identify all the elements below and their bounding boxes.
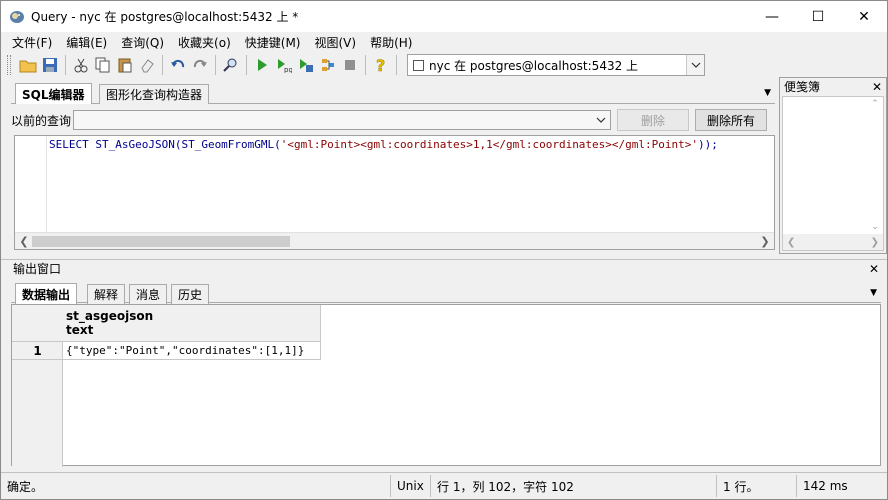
cancel-query-icon[interactable] <box>339 54 361 76</box>
title-bar: Query - nyc 在 postgres@localhost:5432 上 … <box>1 1 887 32</box>
execute-to-file-icon[interactable] <box>295 54 317 76</box>
maximize-button[interactable]: ☐ <box>795 1 841 32</box>
status-message: 确定。 <box>1 475 391 497</box>
toolbar-grip[interactable] <box>7 55 11 75</box>
app-window: Query - nyc 在 postgres@localhost:5432 上 … <box>0 0 888 500</box>
sql-code: SELECT ST_AsGeoJSON(ST_GeomFromGML( <box>49 138 281 151</box>
toolbar-separator <box>215 55 216 75</box>
editor-gutter <box>15 136 47 233</box>
menu-bar: 文件(F) 编辑(E) 查询(Q) 收藏夹(o) 快捷键(M) 视图(V) 帮助… <box>1 32 887 52</box>
previous-queries-label: 以前的查询 <box>11 113 72 128</box>
connection-checkbox-icon <box>413 59 424 71</box>
toolbar-separator <box>396 55 397 75</box>
toolbar: pg ? nyc 在 postgres@localhost:5432 上 <box>1 52 887 78</box>
toolbar-separator <box>365 55 366 75</box>
connection-label: nyc 在 postgres@localhost:5432 上 <box>429 58 639 73</box>
scratch-pad-close-icon[interactable]: ✕ <box>872 80 882 94</box>
cut-icon[interactable] <box>70 54 92 76</box>
tab-sql-editor[interactable]: SQL编辑器 <box>15 83 92 104</box>
close-button[interactable]: ✕ <box>841 1 887 32</box>
delete-button[interactable]: 删除 <box>617 109 690 131</box>
undo-icon[interactable] <box>167 54 189 76</box>
menu-help[interactable]: 帮助(H) <box>363 34 419 51</box>
minimize-button[interactable]: — <box>749 1 795 32</box>
tab-data-output[interactable]: 数据输出 <box>15 283 78 304</box>
scratch-pad-horizontal-scrollbar[interactable]: ❮ ❯ <box>783 234 883 250</box>
open-folder-icon[interactable] <box>17 54 39 76</box>
explain-icon[interactable] <box>317 54 339 76</box>
status-bar: 确定。 Unix 行 1，列 102，字符 102 1 行。 142 ms <box>1 472 887 499</box>
tab-history[interactable]: 历史 <box>171 284 210 304</box>
menu-view[interactable]: 视图(V) <box>307 34 363 51</box>
scratch-pad-panel: 便笺簿 ✕ ⌃ ⌄ ❮ ❯ <box>779 77 887 254</box>
chevron-down-icon[interactable] <box>686 55 704 75</box>
menu-macros[interactable]: 快捷键(M) <box>238 34 308 51</box>
window-title: Query - nyc 在 postgres@localhost:5432 上 … <box>31 10 299 24</box>
status-row-count: 1 行。 <box>717 475 797 497</box>
delete-all-button[interactable]: 删除所有 <box>695 109 768 131</box>
row-number[interactable]: 1 <box>12 342 63 360</box>
connection-select[interactable]: nyc 在 postgres@localhost:5432 上 <box>407 54 705 76</box>
column-type: text <box>66 323 94 337</box>
output-pane-title: 输出窗口 <box>13 262 62 276</box>
column-header[interactable]: st_asgeojson text <box>63 305 321 342</box>
editor-tabstrip: SQL编辑器 图形化查询构造器 ▼ <box>11 80 775 104</box>
sql-editor[interactable]: SELECT ST_AsGeoJSON(ST_GeomFromGML('<gml… <box>14 135 775 250</box>
menu-file[interactable]: 文件(F) <box>5 34 59 51</box>
output-pane-close-icon[interactable]: ✕ <box>869 262 879 276</box>
scratch-pad-textarea[interactable]: ⌃ ⌄ ❮ ❯ <box>782 96 884 251</box>
previous-queries-select[interactable] <box>73 110 612 130</box>
panel-menu-arrow-icon[interactable]: ▼ <box>764 88 771 98</box>
editor-panel: SQL编辑器 图形化查询构造器 ▼ 以前的查询 删除 删除所有 SELECT S… <box>11 80 775 252</box>
menu-favourites[interactable]: 收藏夹(o) <box>171 34 238 51</box>
tab-explain[interactable]: 解释 <box>87 284 126 304</box>
previous-queries-row: 以前的查询 删除 删除所有 <box>11 108 775 132</box>
tab-graphical-query-builder[interactable]: 图形化查询构造器 <box>99 84 210 104</box>
sql-code-end: )); <box>698 138 718 151</box>
paste-icon[interactable] <box>114 54 136 76</box>
editor-horizontal-scrollbar[interactable]: ❮ ❯ <box>15 232 774 249</box>
status-line-ending: Unix <box>391 475 431 497</box>
pgadmin-elephant-icon <box>9 9 25 25</box>
column-name: st_asgeojson <box>66 309 154 323</box>
toolbar-separator <box>246 55 247 75</box>
sql-string-literal: '<gml:Point><gml:coordinates>1,1</gml:co… <box>280 138 699 151</box>
toolbar-separator <box>65 55 66 75</box>
menu-query[interactable]: 查询(Q) <box>114 34 171 51</box>
scroll-right-icon[interactable]: ❯ <box>871 237 879 248</box>
output-pane-header: 输出窗口 ✕ <box>1 259 887 277</box>
scroll-left-icon[interactable]: ❮ <box>787 237 795 248</box>
toolbar-separator <box>162 55 163 75</box>
find-icon[interactable] <box>220 54 242 76</box>
grid-corner[interactable] <box>12 305 63 342</box>
svg-text:pg: pg <box>284 66 292 73</box>
panel-menu-arrow-icon[interactable]: ▼ <box>870 288 877 298</box>
scratch-pad-vertical-scrollbar[interactable]: ⌃ ⌄ <box>867 97 883 234</box>
data-output-grid: st_asgeojson text 1 {"type":"Point","coo… <box>11 304 881 467</box>
status-exec-time: 142 ms <box>803 479 848 493</box>
save-icon[interactable] <box>39 54 61 76</box>
execute-icon[interactable] <box>251 54 273 76</box>
eraser-icon[interactable] <box>136 54 158 76</box>
svg-text:?: ? <box>376 56 385 74</box>
scroll-right-icon[interactable]: ❯ <box>757 234 773 249</box>
scratch-pad-title: 便笺簿 <box>784 80 821 94</box>
table-cell[interactable]: {"type":"Point","coordinates":[1,1]} <box>63 342 321 360</box>
execute-pgscript-icon[interactable]: pg <box>273 54 295 76</box>
sql-query-text[interactable]: SELECT ST_AsGeoJSON(ST_GeomFromGML('<gml… <box>49 138 718 151</box>
status-cursor-position: 行 1，列 102，字符 102 <box>431 475 717 497</box>
redo-icon[interactable] <box>189 54 211 76</box>
help-icon[interactable]: ? <box>370 54 392 76</box>
tab-messages[interactable]: 消息 <box>129 284 168 304</box>
scratch-pad-header: 便笺簿 ✕ <box>780 78 886 95</box>
scrollbar-thumb[interactable] <box>32 236 290 247</box>
scroll-up-icon[interactable]: ⌃ <box>871 99 879 109</box>
chevron-down-icon[interactable] <box>592 111 610 129</box>
scroll-left-icon[interactable]: ❮ <box>16 234 32 249</box>
copy-icon[interactable] <box>92 54 114 76</box>
menu-edit[interactable]: 编辑(E) <box>59 34 114 51</box>
output-tabstrip: 数据输出 解释 消息 历史 ▼ <box>11 281 881 304</box>
scroll-down-icon[interactable]: ⌄ <box>871 222 879 232</box>
